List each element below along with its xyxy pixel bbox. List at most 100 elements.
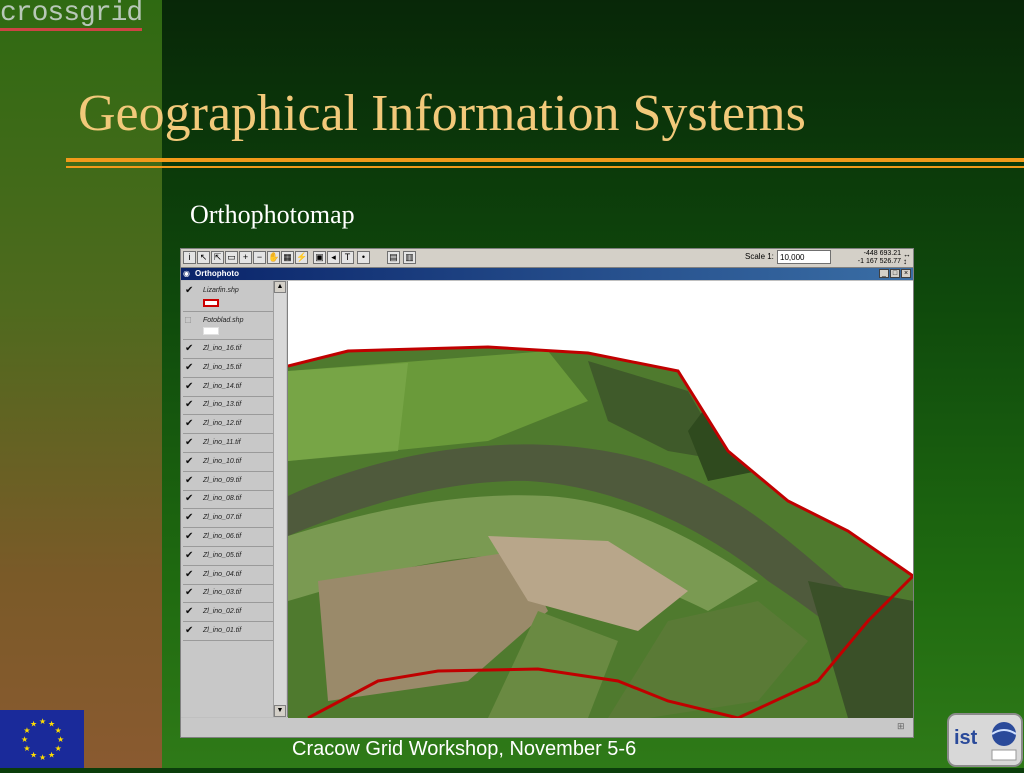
scroll-down-icon[interactable]: ▼ bbox=[274, 705, 286, 717]
checkmark-icon[interactable]: ✔ bbox=[185, 399, 193, 411]
checkmark-icon[interactable]: ✔ bbox=[185, 418, 193, 430]
eu-star-icon: ★ bbox=[57, 735, 64, 744]
checkmark-icon[interactable]: ✔ bbox=[185, 493, 193, 505]
point-tool-icon[interactable]: • bbox=[357, 251, 370, 264]
legend-item[interactable]: ✔ Zl_ino_09.tif bbox=[185, 475, 285, 491]
legend-item[interactable]: ✔ Zl_ino_05.tif bbox=[185, 550, 285, 566]
view-window-icon: ◉ bbox=[183, 269, 190, 278]
layout-icon[interactable]: ▤ bbox=[387, 251, 400, 264]
view-titlebar[interactable]: ◉ Orthophoto _ □ × bbox=[181, 268, 913, 280]
legend-item[interactable]: ✔ Zl_ino_08.tif bbox=[185, 493, 285, 509]
checkmark-icon[interactable]: ✔ bbox=[185, 625, 193, 637]
legend-item[interactable]: ✔ Zl_ino_14.tif bbox=[185, 381, 285, 397]
legend-scrollbar[interactable]: ▲ ▼ bbox=[273, 281, 286, 717]
legend-item[interactable]: ✔ Zl_ino_15.tif bbox=[185, 362, 285, 378]
print-icon[interactable]: ▥ bbox=[403, 251, 416, 264]
legend-item[interactable]: ✔ Zl_ino_01.tif bbox=[185, 625, 285, 641]
pan-hand-icon[interactable]: ✋ bbox=[267, 251, 280, 264]
legend-item[interactable]: ✔ Lizarfin.shp bbox=[185, 285, 285, 301]
eu-star-icon: ★ bbox=[23, 744, 30, 753]
legend-item[interactable]: ✔ Zl_ino_12.tif bbox=[185, 418, 285, 434]
legend-item[interactable]: ✔ Zl_ino_06.tif bbox=[185, 531, 285, 547]
legend-divider bbox=[183, 470, 283, 472]
svg-text:ist: ist bbox=[954, 727, 978, 749]
ist-globe-icon: ist bbox=[947, 713, 1023, 767]
select-tool-icon[interactable]: ⇱ bbox=[211, 251, 224, 264]
legend-item[interactable]: ✔ Zl_ino_04.tif bbox=[185, 569, 285, 585]
eu-star-icon: ★ bbox=[39, 717, 46, 726]
scroll-up-icon[interactable]: ▲ bbox=[274, 281, 286, 293]
legend-divider bbox=[183, 395, 283, 397]
pointer-tool-icon[interactable]: ↖ bbox=[197, 251, 210, 264]
ist-logo: ist bbox=[946, 712, 1024, 768]
legend-divider bbox=[183, 546, 283, 547]
hotlink-icon[interactable]: ⚡ bbox=[295, 251, 308, 264]
info-tool-icon[interactable]: i bbox=[183, 251, 196, 264]
checkmark-icon[interactable]: ✔ bbox=[185, 569, 193, 581]
orthophoto-map-canvas[interactable] bbox=[288, 281, 913, 718]
legend-item[interactable]: □ Fotoblad.shp bbox=[185, 315, 285, 331]
checkmark-icon[interactable]: ✔ bbox=[185, 362, 193, 374]
checkmark-icon[interactable]: ✔ bbox=[185, 456, 193, 468]
legend-item-label: Zl_ino_10.tif bbox=[203, 457, 242, 465]
maximize-button[interactable]: □ bbox=[890, 269, 900, 278]
legend-item-label: Zl_ino_12.tif bbox=[203, 420, 242, 428]
eu-star-icon: ★ bbox=[55, 744, 62, 753]
checkmark-icon[interactable]: ✔ bbox=[185, 550, 193, 562]
coordinate-y: -1 167 526.77 bbox=[857, 258, 901, 265]
checkmark-icon[interactable]: ✔ bbox=[185, 285, 193, 297]
coordinate-x: -448 693.21 bbox=[863, 250, 901, 257]
checkmark-icon[interactable]: ✔ bbox=[185, 531, 193, 543]
legend-divider bbox=[183, 339, 283, 340]
legend-item[interactable]: ✔ Zl_ino_11.tif bbox=[185, 437, 285, 453]
scale-label: Scale 1: bbox=[745, 252, 774, 261]
legend-item-label: Zl_ino_05.tif bbox=[203, 551, 242, 559]
legend-divider bbox=[183, 452, 283, 453]
legend-divider bbox=[183, 564, 283, 566]
checkmark-icon[interactable]: ✔ bbox=[185, 475, 193, 487]
legend-item[interactable]: ✔ Zl_ino_07.tif bbox=[185, 512, 285, 528]
legend-item-label: Zl_ino_04.tif bbox=[203, 570, 242, 578]
legend-item[interactable]: ✔ Zl_ino_16.tif bbox=[185, 343, 285, 359]
app-toolbar: i ↖ ⇱ ▭ + − ✋ ▦ ⚡ ▣ ◂ T • ▤ ▥ Scale 1: -… bbox=[181, 249, 913, 268]
slide-title: Geographical Information Systems bbox=[78, 85, 806, 142]
legend-item[interactable]: ✔ Zl_ino_03.tif bbox=[185, 587, 285, 603]
checkmark-icon[interactable]: ✔ bbox=[185, 512, 193, 524]
legend-divider bbox=[183, 508, 283, 510]
legend-item-label: Zl_ino_16.tif bbox=[203, 345, 242, 352]
eu-star-icon: ★ bbox=[39, 753, 46, 762]
legend-item-label: Zl_ino_08.tif bbox=[203, 495, 242, 503]
eu-star-icon: ★ bbox=[21, 735, 28, 744]
minimize-button[interactable]: _ bbox=[879, 269, 889, 278]
checkmark-icon[interactable]: ✔ bbox=[185, 343, 193, 355]
eu-star-icon: ★ bbox=[55, 726, 62, 735]
crossgrid-logo-text: crossgrid bbox=[0, 0, 143, 31]
close-button[interactable]: × bbox=[901, 269, 911, 278]
table-icon[interactable]: ▦ bbox=[281, 251, 294, 264]
legend-item-label: Zl_ino_11.tif bbox=[203, 439, 241, 446]
legend-item-label: Zl_ino_13.tif bbox=[203, 401, 242, 409]
legend-item[interactable]: ✔ Zl_ino_10.tif bbox=[185, 456, 285, 472]
checkmark-icon[interactable]: ✔ bbox=[185, 606, 193, 618]
legend-item[interactable]: ✔ Zl_ino_13.tif bbox=[185, 399, 285, 415]
slide-subtitle: Orthophotomap bbox=[190, 200, 355, 229]
checkmark-icon[interactable]: ✔ bbox=[185, 587, 193, 599]
eu-star-icon: ★ bbox=[48, 751, 55, 760]
zoom-out-icon[interactable]: − bbox=[253, 251, 266, 264]
checkmark-icon[interactable]: ✔ bbox=[185, 437, 193, 449]
identify-icon[interactable]: ◂ bbox=[327, 251, 340, 264]
view-window-title: Orthophoto bbox=[195, 269, 239, 278]
unchecked-box-icon[interactable]: □ bbox=[185, 315, 191, 327]
measure-icon[interactable]: ▣ bbox=[313, 251, 326, 264]
legend-divider bbox=[183, 311, 283, 312]
vertex-tool-icon[interactable]: ▭ bbox=[225, 251, 238, 264]
zoom-in-icon[interactable]: + bbox=[239, 251, 252, 264]
legend-item-label: Zl_ino_06.tif bbox=[203, 533, 242, 540]
scale-input[interactable] bbox=[777, 250, 831, 264]
checkmark-icon[interactable]: ✔ bbox=[185, 381, 193, 393]
text-tool-icon[interactable]: T bbox=[341, 251, 354, 264]
legend-item-label: Zl_ino_01.tif bbox=[203, 627, 242, 634]
legend-item[interactable]: ✔ Zl_ino_02.tif bbox=[185, 606, 285, 622]
legend-divider bbox=[183, 527, 283, 529]
legend-item-label: Zl_ino_07.tif bbox=[203, 514, 242, 522]
